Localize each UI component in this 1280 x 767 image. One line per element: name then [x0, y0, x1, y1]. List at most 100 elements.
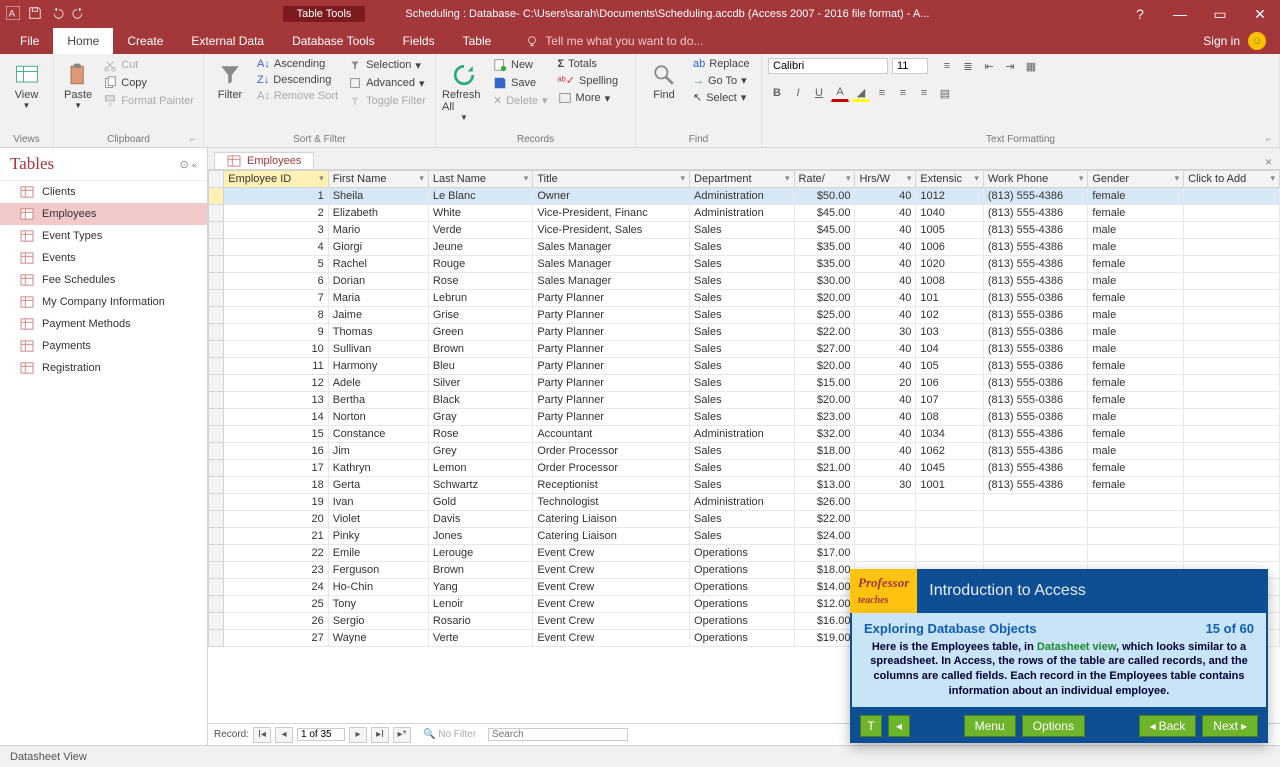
sign-in[interactable]: Sign in ☺	[1189, 28, 1280, 54]
replace-button[interactable]: abReplace	[690, 57, 753, 71]
table-row[interactable]: 13BerthaBlackParty PlannerSales$20.00401…	[209, 392, 1280, 409]
align-left-icon[interactable]: ≡	[873, 84, 891, 102]
table-row[interactable]: 8JaimeGriseParty PlannerSales$25.0040102…	[209, 307, 1280, 324]
delete-button[interactable]: ✕Delete ▾	[490, 93, 551, 108]
column-header[interactable]: Title▾	[533, 171, 690, 188]
table-row[interactable]: 22EmileLerougeEvent CrewOperations$17.00	[209, 545, 1280, 562]
save-button[interactable]: Save	[490, 75, 551, 91]
close-tab-icon[interactable]: ×	[1257, 155, 1280, 169]
column-header[interactable]: Hrs/W▾	[855, 171, 916, 188]
more-button[interactable]: More ▾	[555, 90, 622, 106]
table-row[interactable]: 7MariaLebrunParty PlannerSales$20.004010…	[209, 290, 1280, 307]
textfmt-dialog-icon[interactable]: ⌐	[1266, 134, 1271, 144]
table-row[interactable]: 18GertaSchwartzReceptionistSales$13.0030…	[209, 477, 1280, 494]
alt-row-color-icon[interactable]: ▤	[936, 84, 954, 102]
column-header[interactable]: Click to Add▾	[1184, 171, 1280, 188]
feedback-icon[interactable]: ☺	[1248, 32, 1266, 50]
select-button[interactable]: ↖Select ▾	[690, 90, 753, 105]
underline-icon[interactable]: U	[810, 84, 828, 102]
selection-button[interactable]: Selection ▾	[345, 57, 429, 73]
table-row[interactable]: 17KathrynLemonOrder ProcessorSales$21.00…	[209, 460, 1280, 477]
tab-database-tools[interactable]: Database Tools	[278, 28, 389, 54]
align-right-icon[interactable]: ≡	[915, 84, 933, 102]
column-header[interactable]: Employee ID▾	[224, 171, 328, 188]
remove-sort-button[interactable]: A↕Remove Sort	[254, 89, 341, 103]
table-row[interactable]: 6DorianRoseSales ManagerSales$30.0040100…	[209, 273, 1280, 290]
help-icon[interactable]: ?	[1120, 0, 1160, 28]
tab-create[interactable]: Create	[113, 28, 177, 54]
font-name-input[interactable]: Calibri	[768, 58, 888, 74]
table-row[interactable]: 21PinkyJonesCatering LiaisonSales$24.00	[209, 528, 1280, 545]
table-row[interactable]: 1SheilaLe BlancOwnerAdministration$50.00…	[209, 188, 1280, 205]
tutorial-prev-step-icon[interactable]: ◂	[888, 715, 910, 737]
table-row[interactable]: 2ElizabethWhiteVice-President, FinancAdm…	[209, 205, 1280, 222]
tab-home[interactable]: Home	[53, 28, 113, 54]
nav-last-icon[interactable]: ▸I	[371, 727, 389, 743]
view-button[interactable]: View▼	[6, 57, 47, 110]
italic-icon[interactable]: I	[789, 84, 807, 102]
new-button[interactable]: New	[490, 57, 551, 73]
table-row[interactable]: 10SullivanBrownParty PlannerSales$27.004…	[209, 341, 1280, 358]
table-row[interactable]: 19IvanGoldTechnologistAdministration$26.…	[209, 494, 1280, 511]
tutorial-next-button[interactable]: Next ▸	[1202, 715, 1258, 737]
spelling-button[interactable]: ᵃᵇ✓Spelling	[555, 73, 622, 88]
indent-right-icon[interactable]: ⇥	[1001, 57, 1019, 75]
tab-employees[interactable]: Employees	[214, 152, 314, 169]
refresh-all-button[interactable]: Refresh All▼	[442, 57, 486, 122]
restore-icon[interactable]: ▭	[1200, 0, 1240, 28]
ascending-button[interactable]: A↓Ascending	[254, 57, 341, 71]
record-position-input[interactable]	[297, 728, 345, 741]
table-row[interactable]: 9ThomasGreenParty PlannerSales$22.003010…	[209, 324, 1280, 341]
copy-button[interactable]: Copy	[100, 75, 197, 91]
tutorial-text-icon[interactable]: T	[860, 715, 882, 737]
column-header[interactable]: Extensic▾	[916, 171, 983, 188]
find-button[interactable]: Find	[642, 57, 686, 101]
search-input[interactable]	[488, 728, 628, 741]
nav-item-payment-methods[interactable]: Payment Methods	[0, 313, 207, 335]
table-row[interactable]: 15ConstanceRoseAccountantAdministration$…	[209, 426, 1280, 443]
filter-button[interactable]: Filter	[210, 57, 250, 101]
table-row[interactable]: 5RachelRougeSales ManagerSales$35.004010…	[209, 256, 1280, 273]
nav-item-event-types[interactable]: Event Types	[0, 225, 207, 247]
goto-button[interactable]: →Go To ▾	[690, 73, 753, 88]
fill-color-icon[interactable]: ◢	[852, 84, 870, 102]
nav-item-payments[interactable]: Payments	[0, 335, 207, 357]
nav-first-icon[interactable]: I◂	[253, 727, 271, 743]
tab-external-data[interactable]: External Data	[177, 28, 278, 54]
nav-new-icon[interactable]: ▸*	[393, 727, 411, 743]
nav-prev-icon[interactable]: ◂	[275, 727, 293, 743]
nav-item-registration[interactable]: Registration	[0, 357, 207, 379]
tab-file[interactable]: File	[6, 28, 53, 54]
font-color-icon[interactable]: A	[831, 84, 849, 102]
table-row[interactable]: 11HarmonyBleuParty PlannerSales$20.00401…	[209, 358, 1280, 375]
align-center-icon[interactable]: ≡	[894, 84, 912, 102]
column-header[interactable]: First Name▾	[328, 171, 428, 188]
tutorial-back-button[interactable]: ◂ Back	[1139, 715, 1197, 737]
table-row[interactable]: 14NortonGrayParty PlannerSales$23.004010…	[209, 409, 1280, 426]
font-size-input[interactable]: 11	[892, 58, 928, 74]
tutorial-options-button[interactable]: Options	[1022, 715, 1085, 737]
paste-button[interactable]: Paste▼	[60, 57, 96, 110]
toggle-filter-button[interactable]: Toggle Filter	[345, 93, 429, 109]
column-header[interactable]: Gender▾	[1088, 171, 1184, 188]
tab-table[interactable]: Table	[449, 28, 506, 54]
table-row[interactable]: 4GiorgiJeuneSales ManagerSales$35.004010…	[209, 239, 1280, 256]
table-row[interactable]: 3MarioVerdeVice-President, SalesSales$45…	[209, 222, 1280, 239]
column-header[interactable]: Work Phone▾	[983, 171, 1087, 188]
redo-icon[interactable]	[72, 6, 86, 23]
undo-icon[interactable]	[50, 6, 64, 23]
tab-fields[interactable]: Fields	[389, 28, 449, 54]
nav-item-fee-schedules[interactable]: Fee Schedules	[0, 269, 207, 291]
table-row[interactable]: 12AdeleSilverParty PlannerSales$15.00201…	[209, 375, 1280, 392]
totals-button[interactable]: ΣTotals	[555, 57, 622, 71]
advanced-button[interactable]: Advanced ▾	[345, 75, 429, 91]
bullets-icon[interactable]: ≡	[938, 57, 956, 75]
gridlines-icon[interactable]: ▦	[1022, 57, 1040, 75]
nav-item-employees[interactable]: Employees	[0, 203, 207, 225]
tutorial-menu-button[interactable]: Menu	[964, 715, 1016, 737]
format-painter-button[interactable]: Format Painter	[100, 93, 197, 109]
descending-button[interactable]: Z↓Descending	[254, 73, 341, 87]
tell-me-box[interactable]: Tell me what you want to do...	[505, 28, 1189, 54]
nav-header[interactable]: Tables ⊙ «	[0, 148, 207, 181]
table-row[interactable]: 16JimGreyOrder ProcessorSales$18.0040106…	[209, 443, 1280, 460]
